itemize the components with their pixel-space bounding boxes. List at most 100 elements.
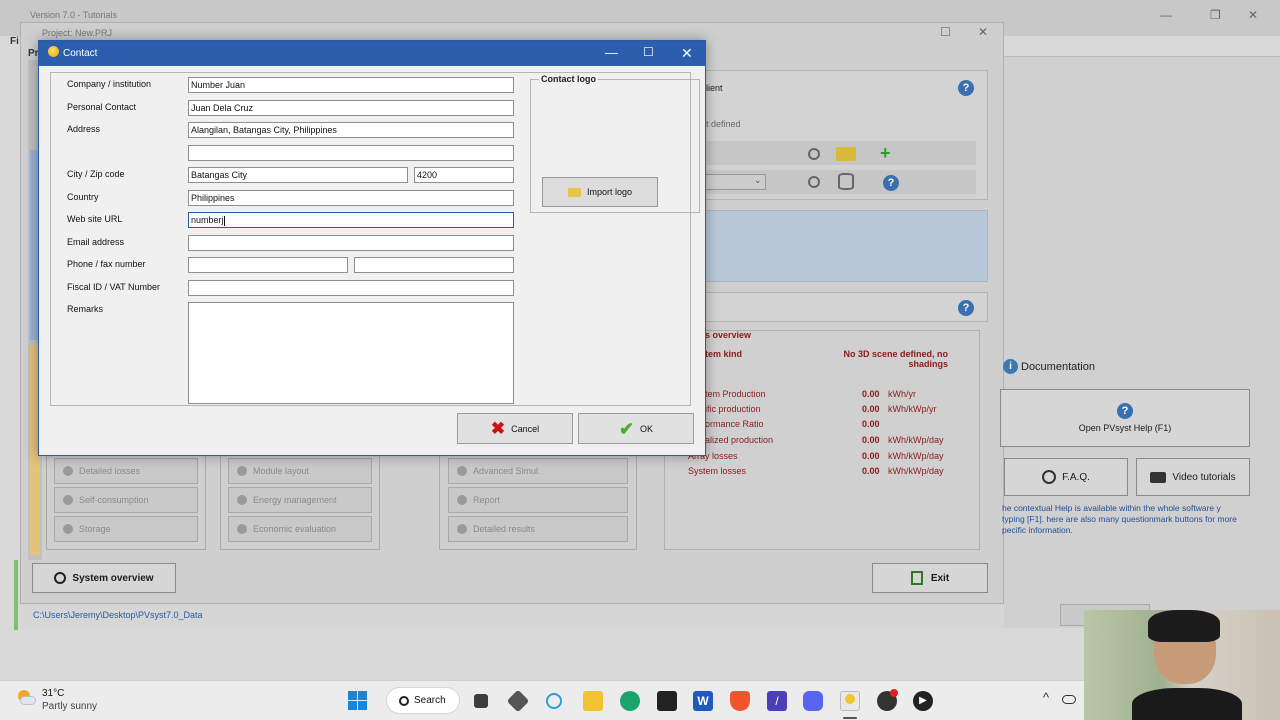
pvsyst-taskbar-icon[interactable] (840, 691, 860, 711)
media-player-icon[interactable]: ▶ (913, 691, 933, 711)
weather-sun-cloud-icon[interactable] (16, 690, 36, 708)
analysis-button[interactable]: Detailed results (448, 516, 628, 542)
minimize-icon[interactable]: — (1160, 8, 1172, 22)
discord-icon[interactable] (803, 691, 823, 711)
taskbar-search[interactable]: Search (386, 687, 460, 714)
analysis-button[interactable]: Detailed losses (54, 458, 198, 484)
result-label: alized production (705, 435, 774, 445)
help-question-icon-3[interactable]: ? (958, 300, 974, 316)
temperature-text[interactable]: 31°C (42, 688, 64, 699)
website-value: numberj (191, 215, 224, 225)
search-icon[interactable] (808, 148, 820, 160)
remarks-field[interactable] (188, 302, 514, 404)
cloud-icon[interactable] (1062, 695, 1076, 704)
analysis-button[interactable]: Storage (54, 516, 198, 542)
cancel-button[interactable]: ✖ Cancel (457, 413, 573, 444)
import-logo-button[interactable]: Import logo (542, 177, 658, 207)
analysis-button[interactable]: Advanced Simul. (448, 458, 628, 484)
city-field[interactable]: Batangas City (188, 167, 408, 183)
system-overview-button[interactable]: System overview (32, 563, 176, 593)
word-icon[interactable]: W (693, 691, 713, 711)
app-cube-icon[interactable] (506, 689, 530, 713)
result-value: 0.00 (862, 389, 880, 399)
country-label: Country (67, 192, 99, 202)
chevron-up-icon[interactable]: ^ (1043, 690, 1049, 705)
not-defined-label: t defined (706, 119, 741, 129)
dialog-minimize-icon[interactable]: — (605, 45, 618, 60)
analysis-button[interactable]: Module layout (228, 458, 372, 484)
no-3d-scene-text: No 3D scene defined, no shadings (843, 349, 948, 369)
zip-field[interactable]: 4200 (414, 167, 514, 183)
brave-browser-icon[interactable] (730, 691, 750, 711)
analysis-button-label: Storage (79, 524, 111, 534)
cancel-x-icon: ✖ (490, 419, 506, 438)
ok-button[interactable]: ✔ OK (578, 413, 694, 444)
weather-text[interactable]: Partly sunny (42, 701, 97, 712)
result-label: ormance Ratio (705, 419, 764, 429)
analysis-button[interactable]: Energy management (228, 487, 372, 513)
help-info-text: he contextual Help is available within t… (1002, 503, 1237, 535)
exit-button[interactable]: Exit (872, 563, 988, 593)
file-explorer-icon[interactable] (583, 691, 603, 711)
country-field[interactable]: Philippines (188, 190, 514, 206)
result-row: tem Production 0.00 kWh/yr (688, 389, 968, 401)
client-label: lient (706, 83, 723, 93)
radio-icon (237, 466, 247, 476)
database-icon[interactable] (838, 173, 854, 190)
faq-button[interactable]: F.A.Q. (1004, 458, 1128, 496)
radio-icon (457, 524, 467, 534)
result-label: ific production (705, 404, 761, 414)
open-help-button[interactable]: ? Open PVsyst Help (F1) (1000, 389, 1250, 447)
project-window-title: Project: New.PRJ (42, 28, 113, 38)
result-row: System losses 0.00 kWh/kWp/day (688, 466, 968, 478)
windows-start-icon[interactable] (348, 691, 367, 710)
task-view-icon[interactable] (474, 694, 488, 708)
search-icon-taskbar (399, 695, 409, 706)
dialog-title: Contact (63, 48, 98, 59)
fiscal-id-field[interactable] (188, 280, 514, 296)
video-tutorials-button[interactable]: Video tutorials (1136, 458, 1250, 496)
sticky-notes-icon[interactable] (657, 691, 677, 711)
add-icon[interactable]: + (880, 143, 891, 164)
search-icon-2[interactable] (808, 176, 820, 188)
dialog-close-icon[interactable]: ✕ (681, 45, 693, 62)
file-menu[interactable]: Fi (10, 36, 19, 47)
project-close-icon[interactable]: ✕ (978, 25, 988, 39)
personal-contact-field[interactable]: Juan Dela Cruz (188, 100, 514, 116)
project-maximize-icon[interactable]: ☐ (940, 25, 951, 39)
website-label: Web site URL (67, 214, 123, 224)
text-caret (223, 215, 225, 226)
address-line2-field[interactable] (188, 145, 514, 161)
fiscal-id-label: Fiscal ID / VAT Number (67, 282, 161, 292)
company-field[interactable]: Number Juan (188, 77, 514, 93)
help-question-icon[interactable]: ? (958, 80, 974, 96)
phone-fax-label: Phone / fax number (67, 259, 146, 269)
active-app-indicator (843, 717, 857, 719)
maximize-icon[interactable]: ❐ (1210, 8, 1221, 22)
website-field[interactable]: numberj (188, 212, 514, 228)
help-question-icon-2[interactable]: ? (883, 175, 899, 191)
personal-contact-label: Personal Contact (67, 102, 137, 112)
edge-browser-icon[interactable] (620, 691, 640, 711)
address-field[interactable]: Alangilan, Batangas City, Philippines (188, 122, 514, 138)
fax-field[interactable] (354, 257, 514, 273)
main-window-title: Version 7.0 - Tutorials (30, 10, 118, 20)
dialog-maximize-icon[interactable]: ☐ (643, 45, 654, 59)
results-title: s overview (705, 330, 752, 340)
sketch-app-icon[interactable]: / (767, 691, 787, 711)
analysis-button[interactable]: Report (448, 487, 628, 513)
snipping-tool-icon[interactable] (546, 693, 562, 709)
folder-open-icon[interactable] (836, 147, 856, 161)
blue-panel (700, 210, 988, 282)
phone-field[interactable] (188, 257, 348, 273)
results-header (700, 292, 988, 322)
analysis-button[interactable]: Self-consumption (54, 487, 198, 513)
close-icon[interactable]: ✕ (1248, 8, 1258, 22)
email-field[interactable] (188, 235, 514, 251)
result-label: tem Production (705, 389, 766, 399)
analysis-button[interactable]: Economic evaluation (228, 516, 372, 542)
data-path-text: C:\Users\Jeremy\Desktop\PVsyst7.0_Data (33, 610, 203, 620)
project-menu[interactable]: Pr (28, 48, 39, 59)
documentation-title: Documentation (1021, 361, 1095, 373)
divider (1004, 56, 1280, 57)
